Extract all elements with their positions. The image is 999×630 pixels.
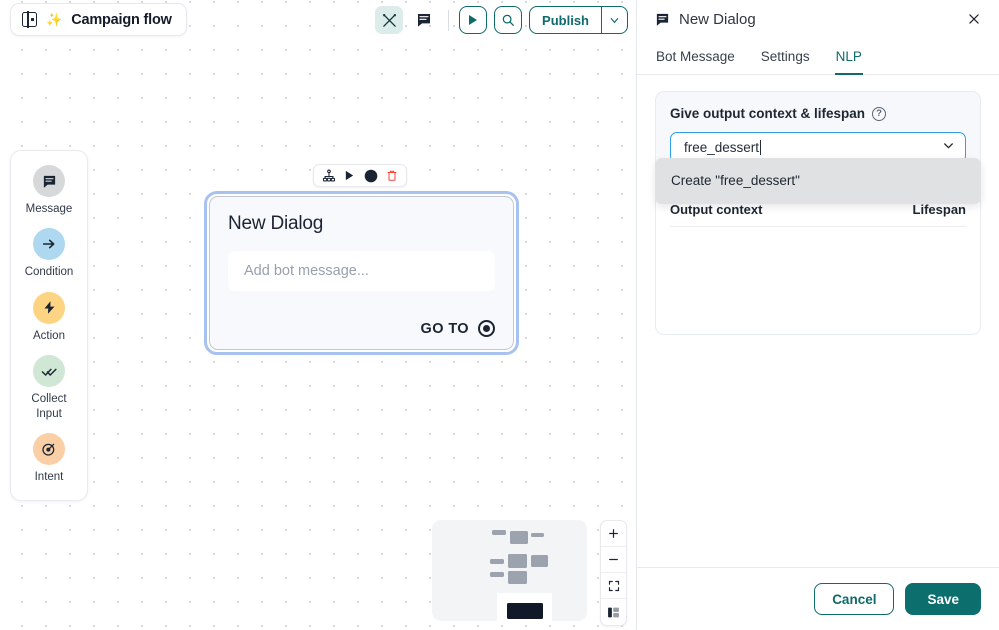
minimap-node	[508, 571, 527, 584]
save-button[interactable]: Save	[905, 583, 981, 615]
cancel-button[interactable]: Cancel	[814, 583, 895, 615]
minimap-node	[490, 559, 504, 564]
bot-message-input[interactable]: Add bot message...	[228, 251, 495, 291]
search-icon-button[interactable]	[494, 6, 523, 34]
minimap-node	[508, 554, 527, 568]
dialog-properties-panel: New Dialog Bot Message Settings NLP Give…	[636, 0, 999, 630]
palette-item-message[interactable]: Message	[11, 165, 87, 216]
flow-title-text: Campaign flow	[71, 11, 172, 28]
trash-icon-button[interactable]	[382, 166, 401, 185]
dialog-node[interactable]: New Dialog Add bot message... GO TO	[204, 191, 519, 355]
publish-button-group[interactable]: Publish	[529, 6, 628, 34]
minimap-node	[531, 533, 544, 537]
palette-label-collect-input: Collect Input	[31, 393, 67, 420]
dialog-node-inner: New Dialog Add bot message... GO TO	[209, 196, 514, 350]
zoom-in-button[interactable]	[601, 521, 626, 547]
panel-title: New Dialog	[679, 10, 756, 28]
minimap-node	[490, 572, 504, 577]
bolt-icon	[33, 291, 65, 324]
palette-item-intent[interactable]: Intent	[11, 432, 87, 484]
toolbar-divider	[448, 9, 450, 31]
play-icon-button[interactable]	[459, 6, 488, 34]
hierarchy-icon-button[interactable]	[319, 166, 338, 185]
zoom-controls	[600, 520, 627, 626]
tab-nlp[interactable]: NLP	[834, 43, 863, 75]
output-context-table: Output context Lifespan	[655, 192, 981, 335]
flow-canvas[interactable]: ✨ Campaign flow Publish Message Conditio…	[0, 0, 636, 630]
flow-title-pill[interactable]: ✨ Campaign flow	[10, 3, 187, 36]
app-root: ✨ Campaign flow Publish Message Conditio…	[0, 0, 999, 630]
go-to-row[interactable]: GO TO	[228, 320, 495, 337]
arrow-right-icon	[33, 228, 65, 261]
go-to-handle-icon[interactable]	[478, 320, 495, 337]
zoom-out-button[interactable]	[601, 547, 626, 573]
double-check-icon	[33, 355, 65, 388]
close-icon[interactable]	[963, 8, 985, 30]
sparkle-icon: ✨	[46, 12, 63, 27]
palette-item-action[interactable]: Action	[11, 291, 87, 343]
palette-label-intent: Intent	[34, 470, 64, 483]
output-context-chevron-down-icon[interactable]	[942, 139, 955, 157]
tools-icon-button[interactable]	[375, 6, 404, 34]
node-action-toolbar	[313, 164, 407, 187]
filled-circle-icon-button[interactable]	[361, 166, 380, 185]
canvas-toolbar: Publish	[375, 4, 628, 36]
toggle-minimap-button[interactable]	[601, 599, 626, 625]
output-context-input-value: free_dessert	[684, 140, 762, 155]
message-icon	[33, 165, 65, 197]
palette-item-condition[interactable]: Condition	[11, 228, 87, 279]
target-icon	[33, 432, 65, 465]
help-circle-icon[interactable]: ?	[872, 106, 887, 121]
output-context-dropdown: Create "free_dessert"	[655, 158, 981, 204]
table-header-lifespan: Lifespan	[912, 202, 966, 217]
panel-footer: Cancel Save	[637, 567, 999, 630]
minimap-node	[531, 555, 548, 567]
go-to-label: GO TO	[420, 320, 469, 337]
publish-chevron-down-icon[interactable]	[601, 7, 627, 33]
palette-label-message: Message	[25, 203, 73, 215]
dialog-node-title: New Dialog	[228, 213, 324, 234]
panel-toggle-icon[interactable]	[22, 11, 37, 28]
panel-body: Give output context & lifespan ? free_de…	[637, 75, 999, 567]
tab-bot-message[interactable]: Bot Message	[655, 43, 736, 75]
fit-screen-button[interactable]	[601, 573, 626, 599]
node-palette: Message Condition Action Collect Input I…	[10, 150, 88, 502]
minimap-viewport[interactable]	[497, 593, 552, 621]
palette-label-action: Action	[33, 329, 65, 342]
tab-settings[interactable]: Settings	[760, 43, 811, 75]
panel-header: New Dialog	[637, 4, 999, 34]
table-header-output-context: Output context	[670, 202, 763, 217]
output-context-label-row: Give output context & lifespan ?	[670, 106, 966, 121]
node-play-icon-button[interactable]	[340, 166, 359, 185]
output-context-label: Give output context & lifespan	[670, 106, 866, 121]
minimap-node	[510, 531, 528, 544]
dropdown-option-create[interactable]: Create "free_dessert"	[655, 167, 981, 194]
panel-tabs: Bot Message Settings NLP	[637, 43, 999, 75]
palette-label-condition: Condition	[24, 266, 74, 279]
minimap-node	[492, 530, 506, 535]
palette-item-collect-input[interactable]: Collect Input	[11, 355, 87, 421]
minimap[interactable]	[432, 520, 587, 621]
publish-button[interactable]: Publish	[530, 7, 601, 33]
chat-bubble-icon	[655, 12, 670, 27]
comment-icon-button[interactable]	[410, 6, 438, 34]
